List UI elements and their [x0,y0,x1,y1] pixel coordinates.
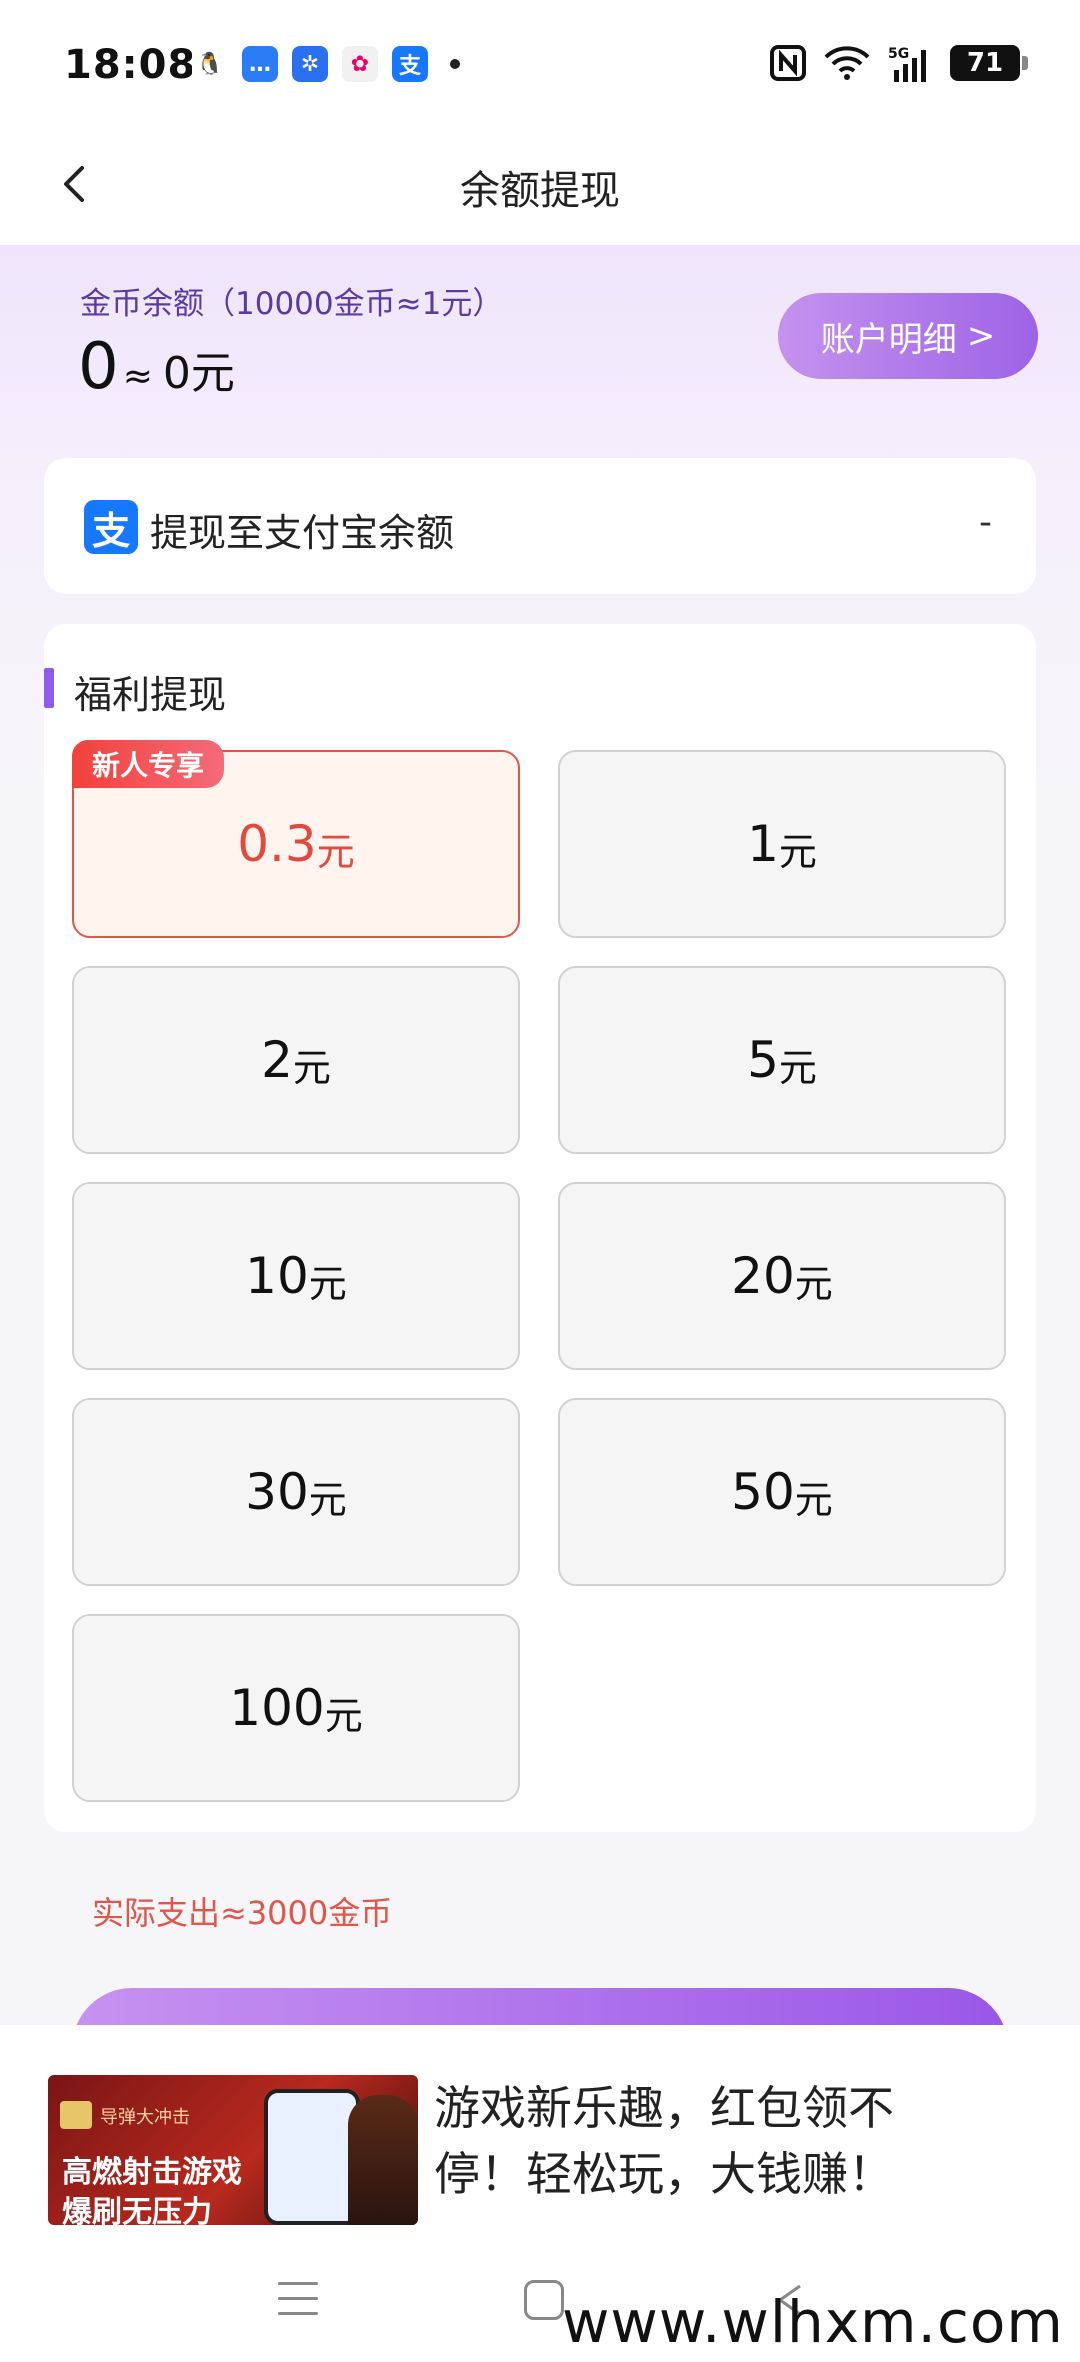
amount-option-1[interactable]: 1 元 [558,750,1006,938]
ad-text: 游戏新乐趣，红包领不停！轻松玩，大钱赚！ [434,2081,894,2201]
new-user-badge: 新人专享 [72,740,225,788]
amount-value: 2 [261,1031,293,1089]
amount-unit: 元 [308,1261,347,1306]
approx-sign: ≈ [122,356,153,397]
amount-option-10[interactable]: 10 元 [72,1182,520,1370]
amount-value: 20 [731,1247,795,1305]
amount-option-30[interactable]: 30 元 [72,1398,520,1586]
phone-image [264,2089,360,2225]
watermark: www.wlhxm.com [562,2288,1064,2356]
amount-unit: 元 [794,1477,833,1522]
photos-icon: ✿ [342,46,378,82]
amount-value: 50 [731,1463,795,1521]
chevron-right-icon: > [966,316,996,356]
amount-option-100[interactable]: 100 元 [72,1614,520,1802]
amount-option-5[interactable]: 5 元 [558,966,1006,1154]
alipay-icon: 支 [84,500,138,554]
wifi-icon [824,46,870,80]
withdraw-target-value: - [979,502,992,543]
amount-value: 100 [229,1679,325,1737]
withdraw-target-label: 提现至支付宝余额 [150,511,455,555]
status-bar: 18:08 🐧 … ✲ ✿ 支 5G 71 [0,0,1080,130]
page-title: 余额提现 [460,168,620,214]
section-accent-bar [44,668,54,708]
ad-headline-2: 爆刷无压力 [62,2195,212,2225]
amount-value: 10 [245,1247,309,1305]
amount-value: 0.3 [237,815,317,873]
qq-icon: 🐧 [192,46,228,82]
amount-value: 5 [747,1031,779,1089]
game-logo-icon [60,2101,92,2129]
fan-app-icon: ✲ [292,46,328,82]
amount-option-0-3[interactable]: 新人专享 0.3 元 [72,740,520,938]
section-title: 福利提现 [74,673,227,717]
notification-icons: 🐧 … ✲ ✿ 支 [192,46,460,82]
character-image [348,2095,418,2225]
signal-5g-icon: 5G [888,46,926,82]
coin-balance-label: 金币余额（10000金币≈1元） [80,286,504,322]
svg-text:5G: 5G [888,46,909,62]
ad-banner[interactable]: 导弹大冲击 高燃射击游戏 爆刷无压力 游戏新乐趣，红包领不停！轻松玩，大钱赚！ [0,2025,1080,2230]
coin-count: 0 [78,330,119,404]
status-time: 18:08 [64,42,197,88]
amount-option-20[interactable]: 20 元 [558,1182,1006,1370]
amount-value: 1 [747,815,779,873]
amount-unit: 元 [324,1693,363,1738]
amount-unit: 元 [794,1261,833,1306]
amount-value: 30 [245,1463,309,1521]
system-icons: 5G 71 [770,44,1028,82]
amount-unit: 元 [292,1045,331,1090]
amount-unit: 元 [308,1477,347,1522]
header: 余额提现 [0,130,1080,245]
withdraw-target-card[interactable]: 支 提现至支付宝余额 - [44,458,1036,594]
amount-option-50[interactable]: 50 元 [558,1398,1006,1586]
battery-icon: 71 [950,45,1028,81]
nfc-icon [770,45,806,81]
account-details-label: 账户明细 [820,319,957,360]
more-notifications-dot-icon [450,59,460,69]
account-details-button[interactable]: 账户明细 > [778,293,1038,379]
welfare-withdraw-card: 福利提现 新人专享 0.3 元 1 元 2 元 5 元 10 元 20 元 30… [44,624,1036,1832]
ad-thumbnail[interactable]: 导弹大冲击 高燃射击游戏 爆刷无压力 [48,2075,418,2225]
amount-unit: 元 [778,829,817,874]
amount-unit: 元 [316,829,355,874]
message-icon: … [242,46,278,82]
ad-headline-1: 高燃射击游戏 [62,2155,242,2190]
coin-balance-value: 0 ≈ 0元 [78,330,235,404]
amount-unit: 元 [778,1045,817,1090]
nav-home-icon[interactable] [524,2280,564,2320]
expense-note: 实际支出≈3000金币 [92,1894,393,1932]
alipay-notif-icon: 支 [392,46,428,82]
yuan-equivalent: 0元 [162,348,235,399]
nav-recents-icon[interactable] [278,2282,318,2318]
amount-option-2[interactable]: 2 元 [72,966,520,1154]
ad-brand: 导弹大冲击 [100,2107,190,2128]
